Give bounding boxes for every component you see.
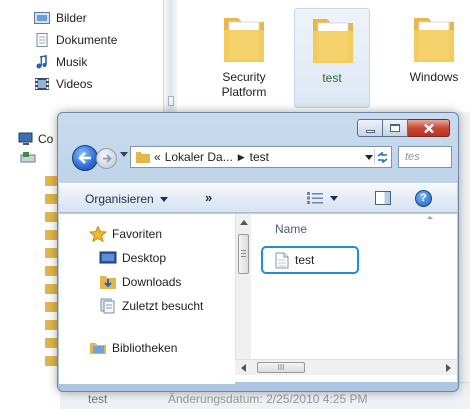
details-name: test <box>88 392 108 406</box>
scrollbar-thumb[interactable]: III <box>257 362 305 373</box>
folder-tree-icons <box>45 176 57 366</box>
address-bar[interactable]: « Lokaler Da... ▶ test <box>130 146 392 168</box>
organize-menu-button[interactable]: Organisieren <box>85 192 168 206</box>
breadcrumb-segment[interactable]: Lokaler Da... <box>165 150 233 164</box>
folder-icon <box>136 152 150 163</box>
folder-label: Windows <box>409 70 459 84</box>
folder-test-selected[interactable]: test <box>294 8 370 108</box>
breadcrumb-separator-icon[interactable]: ▶ <box>238 152 245 163</box>
documents-icon <box>36 33 48 47</box>
maximize-button[interactable] <box>383 119 408 137</box>
nav-desktop[interactable]: Desktop <box>99 248 166 268</box>
folder-icon <box>224 18 264 62</box>
preview-pane-button[interactable] <box>375 191 391 205</box>
star-icon <box>89 226 107 242</box>
search-placeholder: tes <box>405 151 420 163</box>
nav-recent-places[interactable]: Zuletzt besucht <box>99 296 203 316</box>
content-area: Favoriten Desktop Downloads Zuletzt besu… <box>59 214 457 384</box>
scroll-left-icon[interactable] <box>241 364 246 372</box>
command-bar: Organisieren » ? <box>59 183 457 213</box>
folder-label: test <box>322 71 342 85</box>
sort-indicator-icon <box>427 216 433 219</box>
help-button[interactable]: ? <box>415 190 432 207</box>
details-modified: Änderungsdatum: 2/25/2010 4:25 PM <box>168 392 368 406</box>
maximize-icon <box>390 124 400 132</box>
pictures-icon <box>34 12 50 24</box>
desktop-icon <box>99 251 117 264</box>
close-button[interactable] <box>408 119 450 137</box>
recent-places-icon <box>100 298 115 314</box>
refresh-icon <box>377 151 388 163</box>
computer-icon <box>18 132 33 145</box>
bg-nav-item-dokumente[interactable]: Dokumente <box>34 31 117 49</box>
refresh-button[interactable] <box>374 149 390 165</box>
horizontal-scrollbar[interactable]: III <box>235 359 457 375</box>
forward-button[interactable] <box>96 148 117 169</box>
address-row: « Lokaler Da... ▶ test tes <box>66 143 452 173</box>
music-icon <box>36 55 47 69</box>
folder-security-platform[interactable]: Security Platform <box>206 8 282 108</box>
libraries-icon <box>90 343 106 354</box>
explorer-window: « Lokaler Da... ▶ test tes Organisieren … <box>57 112 459 392</box>
address-dropdown-button[interactable] <box>365 155 373 160</box>
arrow-left-icon <box>78 152 91 164</box>
background-navigation-pane: Bilder Dokumente Musik Videos <box>0 0 168 112</box>
search-input[interactable]: tes <box>398 146 452 168</box>
recent-pages-button[interactable] <box>120 152 128 157</box>
scrollbar-thumb[interactable] <box>238 234 249 274</box>
chevron-down-icon <box>330 195 338 201</box>
more-commands-button[interactable]: » <box>205 190 212 205</box>
folder-icon <box>313 19 353 63</box>
minimize-button[interactable] <box>357 119 383 137</box>
folder-label: Security Platform <box>221 70 267 99</box>
back-button[interactable] <box>72 145 98 171</box>
arrow-right-icon <box>102 154 112 163</box>
bg-nav-item-bilder[interactable]: Bilder <box>34 9 87 27</box>
scroll-right-icon[interactable] <box>446 364 451 372</box>
folder-windows[interactable]: Windows <box>396 8 470 108</box>
background-tree-strip: Co <box>0 112 60 409</box>
background-pane-splitter[interactable] <box>163 0 177 112</box>
view-options-icon <box>307 192 323 204</box>
file-item-test[interactable]: test <box>261 246 359 274</box>
chevron-down-icon <box>159 196 168 202</box>
change-view-button[interactable] <box>307 192 338 204</box>
splitter-grip[interactable] <box>168 96 174 106</box>
scroll-up-icon[interactable] <box>240 220 248 225</box>
bg-nav-item-videos[interactable]: Videos <box>34 75 92 93</box>
file-list-pane: Name test <box>253 214 457 359</box>
bg-nav-item-computer[interactable]: Co <box>18 132 53 146</box>
breadcrumb-segment[interactable]: test <box>250 150 269 164</box>
downloads-icon <box>100 276 116 289</box>
nav-favorites[interactable]: Favoriten <box>89 224 162 244</box>
minimize-icon <box>365 129 375 133</box>
file-icon <box>275 252 289 268</box>
window-caption-buttons <box>357 119 450 137</box>
navigation-pane-scrollbar[interactable] <box>235 214 251 359</box>
bg-nav-item-musik[interactable]: Musik <box>34 53 87 71</box>
nav-downloads[interactable]: Downloads <box>99 272 181 292</box>
close-icon <box>423 123 434 133</box>
drive-icon <box>20 152 36 163</box>
folder-icon <box>414 18 454 62</box>
videos-icon <box>35 78 49 90</box>
column-header-name[interactable]: Name <box>275 222 307 236</box>
nav-libraries[interactable]: Bibliotheken <box>89 338 177 358</box>
navigation-pane: Favoriten Desktop Downloads Zuletzt besu… <box>59 214 235 384</box>
breadcrumb-overflow-icon[interactable]: « <box>154 150 161 164</box>
